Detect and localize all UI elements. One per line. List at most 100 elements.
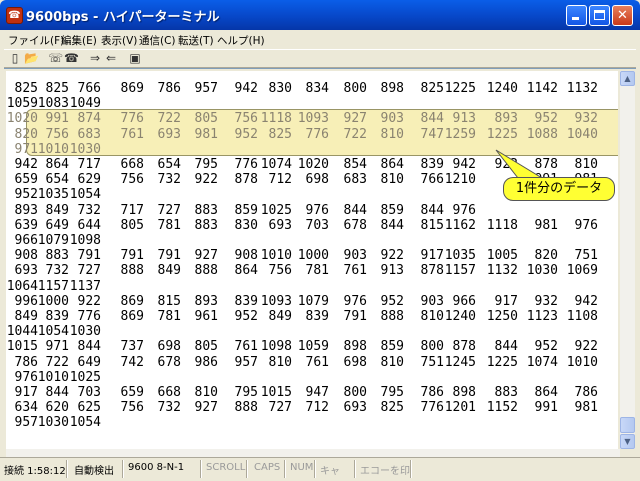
terminal-value: 932 [534,293,558,309]
terminal-value: 893 [194,293,218,309]
terminal-value: 878 [452,339,476,355]
terminal-value: 712 [268,172,292,188]
connect-icon[interactable]: ☏ [48,51,63,65]
terminal-value: 952 [380,293,404,309]
menu-file[interactable]: ファイル(F) [8,33,64,48]
menu-communication[interactable]: 通信(C) [139,33,176,48]
terminal-value: 859 [380,202,404,218]
terminal-value: 629 [77,172,101,188]
terminal-value: 1010 [566,354,598,370]
terminal-value: 1132 [486,263,518,279]
terminal-value: 727 [77,263,101,279]
terminal-value: 1118 [486,217,518,233]
terminal-value: 1259 [444,126,476,142]
terminal-line: 917 844 703 659 668 810 795 1015 947 800 795 786 898… [6,385,618,400]
terminal-value: 1118 [260,111,292,127]
terminal-value: 732 [157,172,181,188]
open-icon[interactable]: 📂 [24,51,39,65]
terminal-value: 1132 [566,81,598,96]
terminal-value: 810 [268,354,292,370]
terminal-value: 957 [194,81,218,96]
terminal-line: 942 864 717 668 654 795 776 1074 1020 854 864 839 94… [6,157,618,172]
terminal-value: 1152 [486,400,518,416]
terminal-value: 883 [194,202,218,218]
menu-view[interactable]: 表示(V) [101,33,137,48]
terminal-value: 1069 [566,263,598,279]
terminal-value: 1225 [486,126,518,142]
terminal-value: 810 [194,385,218,400]
receive-icon[interactable]: ⇐ [104,51,118,65]
terminal-value: 1137 [69,278,101,294]
terminal-value: 1074 [260,157,292,172]
terminal-value: 864 [534,385,558,400]
terminal-value: 683 [343,172,367,188]
terminal-value: 703 [77,385,101,400]
minimize-button[interactable] [566,5,587,26]
terminal-line: 786 722 649 742 678 986 957 810 761 698 810 751 1245… [6,355,618,370]
terminal-value: 1157 [444,263,476,279]
disconnect-icon[interactable]: ☎ [64,51,79,65]
terminal-line: 971 1010 1030 [6,142,618,157]
terminal-value: 913 [452,111,476,127]
terminal-value: 844 [77,339,101,355]
terminal-value: 922 [380,248,404,264]
terminal-value: 678 [157,354,181,370]
terminal-value: 791 [343,309,367,324]
terminal-value: 976 [343,293,367,309]
properties-icon[interactable]: ▣ [128,51,142,65]
maximize-button[interactable] [589,5,610,26]
terminal-value: 791 [77,248,101,264]
scroll-down-button[interactable]: ▼ [620,434,635,449]
terminal-value: 776 [305,126,329,142]
terminal-value: 927 [194,248,218,264]
terminal-value: 1240 [444,309,476,324]
terminal-value: 981 [194,126,218,142]
terminal-value: 966 [452,293,476,309]
terminal-value: 976 [452,202,476,218]
terminal-value: 756 [268,263,292,279]
menu-bar: ファイル(F) 編集(E) 表示(V) 通信(C) 転送(T) ヘルプ(H) [4,30,636,49]
send-icon[interactable]: ⇒ [88,51,102,65]
vertical-scrollbar[interactable]: ▲ ▼ [620,71,635,449]
scroll-thumb[interactable] [620,417,635,433]
terminal-value: 942 [452,157,476,172]
terminal-value: 1225 [444,81,476,96]
terminal-value: 776 [77,309,101,324]
terminal-value: 727 [268,400,292,416]
window-title: 9600bps - ハイパーターミナル [26,10,220,25]
terminal-value: 1210 [444,172,476,188]
terminal-value: 668 [157,385,181,400]
terminal-value: 1005 [486,248,518,264]
terminal-value: 922 [194,172,218,188]
terminal-line: 820 756 683 761 693 981 952 825 776 722 810 747 1259… [6,127,618,142]
menu-help[interactable]: ヘルプ(H) [217,33,265,48]
close-button[interactable]: ✕ [612,5,633,26]
terminal-value: 751 [574,248,598,264]
terminal-value: 761 [305,354,329,370]
terminal-value: 1079 [297,293,329,309]
terminal-value: 981 [534,217,558,233]
menu-edit[interactable]: 編集(E) [61,33,97,48]
terminal-value: 864 [380,157,404,172]
terminal-value: 859 [380,339,404,355]
scroll-up-button[interactable]: ▲ [620,71,635,86]
menu-transfer[interactable]: 転送(T) [178,33,214,48]
terminal-screen[interactable]: 825 825 766 869 786 957 942 830 834 800 898 825 1225… [6,71,618,449]
terminal-value: 791 [120,248,144,264]
terminal-value: 1010 [260,248,292,264]
terminal-value: 874 [77,111,101,127]
terminal-value: 893 [494,111,518,127]
terminal-value: 722 [157,111,181,127]
terminal-line: 966 1079 1098 [6,233,618,248]
status-caps: CAPS [254,462,281,473]
terminal-value: 844 [380,217,404,233]
title-bar[interactable]: ☎ 9600bps - ハイパーターミナル ✕ [0,0,640,30]
terminal-value: 932 [574,111,598,127]
terminal-value: 898 [380,81,404,96]
terminal-value: 698 [157,339,181,355]
new-icon[interactable]: ▯ [8,51,22,65]
phone-terminal-icon[interactable]: ☎ [6,7,23,24]
terminal-value: 1201 [444,400,476,416]
terminal-value: 800 [343,385,367,400]
terminal-value: 649 [77,354,101,370]
